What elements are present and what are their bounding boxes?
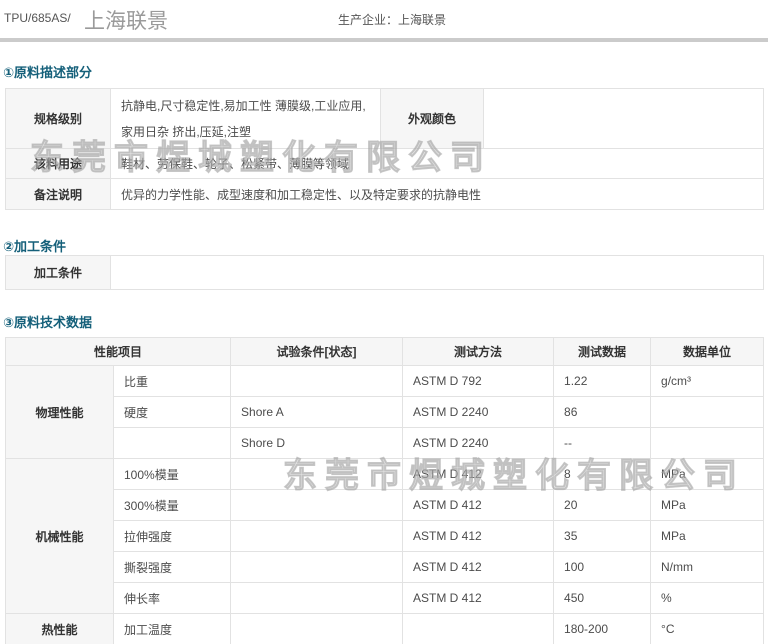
remark-label: 备注说明 — [5, 178, 111, 210]
processing-label: 加工条件 — [5, 255, 111, 290]
col-header-unit: 数据单位 — [650, 337, 765, 366]
section-title-processing: ②加工条件 — [3, 239, 67, 254]
usage-label: 该料用途 — [5, 148, 111, 179]
producer-value: 上海联景 — [398, 13, 447, 27]
property-cell: 硬度 — [112, 396, 232, 428]
tech-row: 撕裂强度 ASTM D 412 100 N/mm — [6, 551, 765, 583]
value-cell: 180-200 — [553, 613, 652, 644]
category-physical: 物理性能 — [5, 365, 114, 459]
category-mechanical: 机械性能 — [5, 458, 114, 614]
value-cell: 8 — [553, 458, 652, 490]
condition-cell — [230, 613, 404, 644]
description-table: 规格级别 抗静电,尺寸稳定性,易加工性 薄膜级,工业应用,家用日杂 挤出,压延,… — [5, 88, 764, 210]
spec-grade-value: 抗静电,尺寸稳定性,易加工性 薄膜级,工业应用,家用日杂 挤出,压延,注塑 — [110, 88, 381, 149]
col-header-property: 性能项目 — [4, 337, 232, 366]
condition-cell — [230, 458, 404, 490]
property-cell: 加工温度 — [112, 613, 232, 644]
method-cell: ASTM D 412 — [402, 551, 555, 583]
usage-value: 鞋材、劳保鞋、轮子、松紧带、薄膜等领域 — [110, 148, 764, 179]
method-cell — [402, 613, 555, 644]
value-cell: -- — [553, 427, 652, 459]
value-cell: 100 — [553, 551, 652, 583]
col-header-condition: 试验条件[状态] — [230, 337, 404, 366]
method-cell: ASTM D 412 — [402, 520, 555, 552]
appearance-color-label: 外观颜色 — [380, 88, 484, 149]
value-cell: 86 — [553, 396, 652, 428]
unit-cell — [650, 396, 765, 428]
method-cell: ASTM D 792 — [402, 365, 555, 397]
property-cell: 300%模量 — [112, 489, 232, 521]
condition-cell: Shore D — [230, 427, 404, 459]
col-header-value: 测试数据 — [553, 337, 652, 366]
value-cell: 450 — [553, 582, 652, 614]
method-cell: ASTM D 412 — [402, 582, 555, 614]
condition-cell — [230, 582, 404, 614]
condition-cell — [230, 551, 404, 583]
property-cell: 撕裂强度 — [112, 551, 232, 583]
remark-value: 优异的力学性能、成型速度和加工稳定性、以及特定要求的抗静电性 — [110, 178, 764, 210]
unit-cell: % — [650, 582, 765, 614]
property-cell: 拉伸强度 — [112, 520, 232, 552]
section-title-description: ①原料描述部分 — [3, 65, 93, 80]
processing-value — [110, 255, 764, 290]
property-cell: 伸长率 — [112, 582, 232, 614]
method-cell: ASTM D 2240 — [402, 427, 555, 459]
tech-row: 物理性能 比重 ASTM D 792 1.22 g/cm³ — [5, 365, 765, 459]
unit-cell: MPa — [650, 520, 765, 552]
tech-row: 伸长率 ASTM D 412 450 % — [6, 582, 765, 614]
value-cell: 1.22 — [553, 365, 652, 397]
tech-row: Shore D ASTM D 2240 -- — [6, 427, 765, 459]
unit-cell: N/mm — [650, 551, 765, 583]
value-cell: 35 — [553, 520, 652, 552]
processing-table: 加工条件 — [5, 255, 764, 290]
tech-row: 热性能 加工温度 180-200 °C — [5, 613, 765, 644]
appearance-color-value — [483, 88, 764, 149]
tech-row: 硬度 Shore A ASTM D 2240 86 — [6, 396, 765, 428]
condition-cell: Shore A — [230, 396, 404, 428]
condition-cell — [230, 489, 404, 521]
table-row: 规格级别 抗静电,尺寸稳定性,易加工性 薄膜级,工业应用,家用日杂 挤出,压延,… — [5, 88, 764, 149]
grade-code: TPU/685AS/ — [4, 11, 71, 25]
section-title-techdata: ③原料技术数据 — [3, 315, 93, 330]
property-cell: 比重 — [112, 365, 232, 397]
condition-cell — [230, 520, 404, 552]
tech-row: 拉伸强度 ASTM D 412 35 MPa — [6, 520, 765, 552]
tech-header-row: 性能项目 试验条件[状态] 测试方法 测试数据 数据单位 — [4, 337, 765, 366]
method-cell: ASTM D 412 — [402, 489, 555, 521]
method-cell: ASTM D 2240 — [402, 396, 555, 428]
value-cell: 20 — [553, 489, 652, 521]
table-row: 加工条件 — [5, 255, 764, 290]
unit-cell: °C — [650, 613, 765, 644]
unit-cell: MPa — [650, 458, 765, 490]
condition-cell — [230, 365, 404, 397]
unit-cell: g/cm³ — [650, 365, 765, 397]
table-row: 该料用途 鞋材、劳保鞋、轮子、松紧带、薄膜等领域 — [5, 148, 764, 179]
producer-info: 生产企业：上海联景 — [338, 11, 446, 28]
property-cell: 100%模量 — [112, 458, 232, 490]
brand-name: 上海联景 — [84, 9, 168, 33]
method-cell: ASTM D 412 — [402, 458, 555, 490]
spec-grade-label: 规格级别 — [5, 88, 111, 149]
unit-cell: MPa — [650, 489, 765, 521]
tech-row: 300%模量 ASTM D 412 20 MPa — [6, 489, 765, 521]
unit-cell — [650, 427, 765, 459]
col-header-method: 测试方法 — [402, 337, 555, 366]
property-cell — [112, 427, 232, 459]
producer-label: 生产企业： — [338, 13, 399, 27]
category-thermal: 热性能 — [5, 613, 114, 644]
table-row: 备注说明 优异的力学性能、成型速度和加工稳定性、以及特定要求的抗静电性 — [5, 178, 764, 210]
header-divider — [0, 38, 768, 42]
tech-row: 机械性能 100%模量 ASTM D 412 8 MPa — [5, 458, 765, 614]
tech-data-table: 性能项目 试验条件[状态] 测试方法 测试数据 数据单位 物理性能 比重 AST… — [4, 337, 765, 644]
page-header: TPU/685AS/ 上海联景 生产企业：上海联景 — [0, 0, 768, 38]
